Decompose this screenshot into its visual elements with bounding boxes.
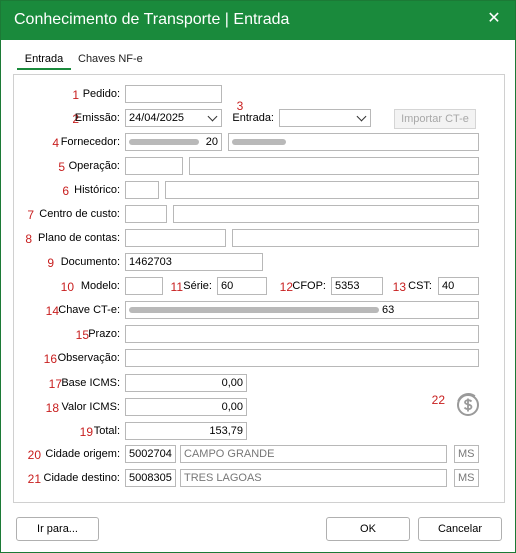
cancelar-button[interactable]: Cancelar	[418, 517, 502, 541]
emissao-label: Emissão:	[74, 112, 120, 124]
tab-chaves-nfe[interactable]: Chaves NF-e	[78, 53, 143, 65]
chevron-down-icon	[356, 111, 367, 122]
chave-cte-label: Chave CT-e:	[58, 304, 120, 316]
total-input[interactable]: 153,79	[125, 422, 247, 440]
operacao-code-input[interactable]	[125, 157, 183, 175]
cidade-origem-code-input[interactable]: 5002704	[125, 445, 176, 463]
ok-button[interactable]: OK	[326, 517, 410, 541]
operacao-desc-input[interactable]	[189, 157, 479, 175]
importar-cte-button[interactable]: Importar CT-e	[394, 109, 476, 129]
cidade-destino-label: Cidade destino:	[43, 472, 120, 484]
window-title: Conhecimento de Transporte | Entrada	[14, 11, 290, 28]
pedido-label: Pedido:	[82, 88, 120, 100]
fornecedor-label: Fornecedor:	[60, 136, 120, 148]
emissao-date-picker[interactable]: 24/04/2025	[125, 109, 222, 127]
observacao-input[interactable]	[125, 349, 479, 367]
dollar-refresh-icon[interactable]	[455, 392, 481, 418]
entrada-date-picker[interactable]	[279, 109, 371, 127]
cidade-origem-uf-field: MS	[454, 445, 479, 463]
chevron-down-icon	[207, 111, 218, 122]
valor-icms-input[interactable]: 0,00	[125, 398, 247, 416]
plano-contas-code-input[interactable]	[125, 229, 226, 247]
operacao-label: Operação:	[68, 160, 120, 172]
close-icon[interactable]: ✕	[485, 10, 503, 28]
valor-icms-label: Valor ICMS:	[61, 401, 120, 413]
cidade-destino-name-field: TRES LAGOAS	[180, 469, 447, 487]
centro-custo-label: Centro de custo:	[39, 208, 120, 220]
chave-cte-input[interactable]: 63	[125, 301, 479, 319]
centro-custo-code-input[interactable]	[125, 205, 167, 223]
fornecedor-code-suffix: 20	[205, 136, 218, 148]
centro-custo-desc-input[interactable]	[173, 205, 479, 223]
entrada-label: Entrada:	[232, 112, 274, 124]
redacted-text	[129, 139, 199, 145]
prazo-label: Prazo:	[88, 328, 120, 340]
title-bar: Conhecimento de Transporte | Entrada ✕	[1, 1, 515, 40]
modelo-input[interactable]	[125, 277, 163, 295]
cidade-destino-uf-field: MS	[454, 469, 479, 487]
dialog-window: Conhecimento de Transporte | Entrada ✕ E…	[0, 0, 516, 553]
cidade-origem-name-field: CAMPO GRANDE	[180, 445, 447, 463]
historico-code-input[interactable]	[125, 181, 159, 199]
prazo-input[interactable]	[125, 325, 479, 343]
cst-label: CST:	[408, 280, 432, 292]
number-22: 22	[431, 393, 445, 407]
plano-contas-desc-input[interactable]	[232, 229, 479, 247]
cfop-input[interactable]: 5353	[331, 277, 383, 295]
observacao-label: Observação:	[57, 352, 120, 364]
documento-label: Documento:	[60, 256, 120, 268]
modelo-label: Modelo:	[80, 280, 120, 292]
cfop-label: CFOP:	[292, 280, 326, 292]
tab-entrada[interactable]: Entrada	[17, 53, 71, 70]
total-label: Total:	[93, 425, 120, 437]
documento-input[interactable]: 1462703	[125, 253, 263, 271]
chave-cte-suffix: 63	[382, 304, 395, 316]
base-icms-label: Base ICMS:	[61, 377, 120, 389]
number-3: 3	[236, 99, 244, 113]
historico-desc-input[interactable]	[165, 181, 479, 199]
pedido-input[interactable]	[125, 85, 222, 103]
redacted-text	[129, 307, 379, 313]
fornecedor-code-input[interactable]: 20	[125, 133, 222, 151]
cidade-origem-label: Cidade origem:	[45, 448, 120, 460]
cst-input[interactable]: 40	[438, 277, 479, 295]
serie-input[interactable]: 60	[217, 277, 267, 295]
ir-para-button[interactable]: Ir para...	[16, 517, 99, 541]
base-icms-input[interactable]: 0,00	[125, 374, 247, 392]
fornecedor-name-input[interactable]	[228, 133, 479, 151]
emissao-value: 24/04/2025	[129, 112, 185, 124]
redacted-text	[232, 139, 286, 145]
serie-label: Série:	[183, 280, 212, 292]
cidade-destino-code-input[interactable]: 5008305	[125, 469, 176, 487]
historico-label: Histórico:	[74, 184, 120, 196]
plano-contas-label: Plano de contas:	[38, 232, 120, 244]
